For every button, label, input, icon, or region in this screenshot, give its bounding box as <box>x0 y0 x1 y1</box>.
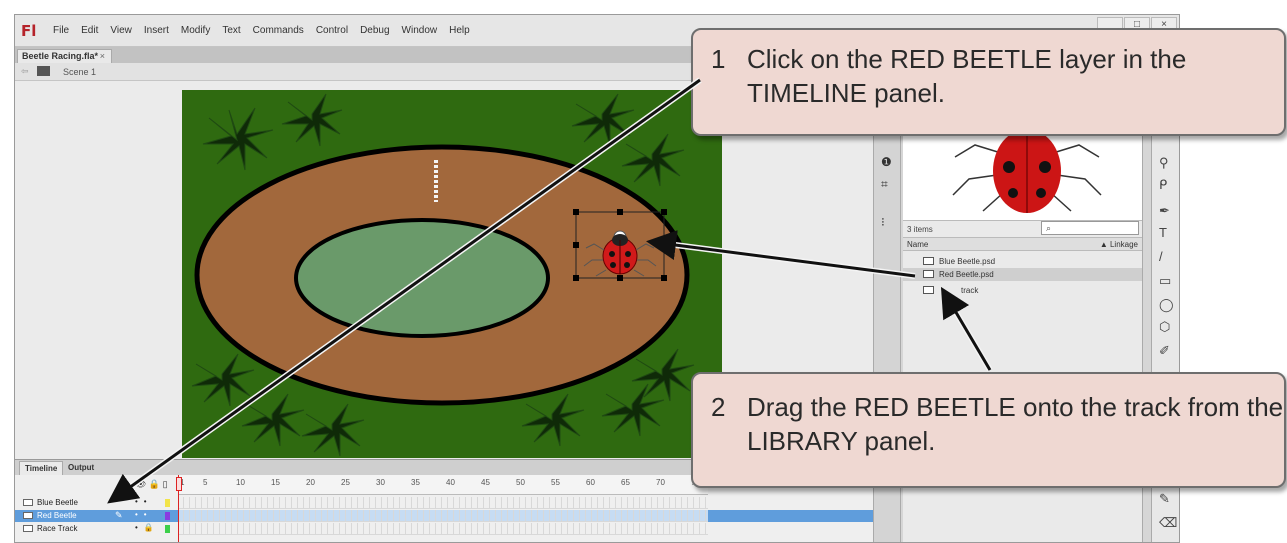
column-linkage[interactable]: ▲ Linkage <box>1100 240 1138 249</box>
menu-file[interactable]: File <box>47 25 75 37</box>
menu-control[interactable]: Control <box>310 25 354 37</box>
tab-output[interactable]: Output <box>63 461 99 475</box>
layer-toggles[interactable]: •🔒 <box>135 523 160 532</box>
step-1-number: 1 <box>711 44 726 74</box>
layer-icon <box>23 525 33 532</box>
graphic-symbol-icon <box>923 270 934 278</box>
ruler-num: 70 <box>656 478 665 487</box>
text-tool-icon[interactable]: T <box>1159 225 1167 240</box>
stage[interactable] <box>182 90 722 458</box>
library-item-label: Blue Beetle.psd <box>939 257 996 266</box>
library-item[interactable]: Red Beetle.psd <box>903 268 1142 281</box>
library-search-input[interactable]: ⌕ <box>1041 221 1139 235</box>
layer-toggles[interactable]: •• <box>135 497 153 506</box>
library-item-count: 3 items <box>907 225 933 234</box>
layer-name: Blue Beetle <box>37 498 78 507</box>
ruler-num: 45 <box>481 478 490 487</box>
playhead-handle[interactable] <box>176 477 182 491</box>
pencil-tool-icon[interactable]: ✐ <box>1159 343 1170 359</box>
menu-modify[interactable]: Modify <box>175 25 216 37</box>
layer-row-blue-beetle[interactable]: Blue Beetle •• <box>15 497 875 509</box>
layer-row-red-beetle[interactable]: Red Beetle ✎ •• <box>15 510 875 522</box>
align-icon[interactable]: ⌗ <box>881 177 888 192</box>
lasso-icon[interactable]: ⚲ <box>1159 155 1169 171</box>
layer-frames[interactable] <box>178 497 708 509</box>
ruler-num: 5 <box>203 478 208 487</box>
layer-toggles[interactable]: •• <box>135 510 153 519</box>
library-column-header: Name ▲ Linkage <box>903 237 1142 251</box>
step-2-text: Drag the RED BEETLE onto the track from … <box>747 392 1284 456</box>
polystar-tool-icon[interactable]: ⬡ <box>1159 319 1170 335</box>
layer-frames[interactable] <box>178 523 708 535</box>
flash-logo-icon: Fl <box>21 22 37 40</box>
library-item[interactable]: track <box>903 284 1142 297</box>
layer-name: Red Beetle <box>37 511 77 520</box>
ruler-num: 15 <box>271 478 280 487</box>
document-tab[interactable]: Beetle Racing.fla* × <box>17 49 112 63</box>
infield <box>294 218 550 338</box>
layer-icon <box>23 512 33 519</box>
layer-name: Race Track <box>37 524 78 533</box>
menu-view[interactable]: View <box>104 25 138 37</box>
library-item-label: track <box>961 286 979 295</box>
column-linkage-label: Linkage <box>1109 240 1138 249</box>
motion-presets-icon[interactable]: ⁝ <box>881 215 885 229</box>
ruler-num: 20 <box>306 478 315 487</box>
back-arrow-icon[interactable]: ⇦ <box>21 66 29 77</box>
tab-timeline[interactable]: Timeline <box>19 461 64 475</box>
ruler-num: 65 <box>621 478 630 487</box>
callout-step-1: 1 Click on the RED BEETLE layer in the T… <box>691 28 1286 136</box>
layer-visibility-lock-icons[interactable]: 👁 🔒 ▯ <box>135 479 168 490</box>
rectangle-tool-icon[interactable]: ▭ <box>1159 273 1171 289</box>
pencil-icon: ✎ <box>115 510 123 520</box>
ruler-num: 35 <box>411 478 420 487</box>
ruler-num: 30 <box>376 478 385 487</box>
graphic-symbol-icon <box>923 286 934 294</box>
menu-commands[interactable]: Commands <box>247 25 310 37</box>
stage-artwork <box>191 93 695 457</box>
layer-color-swatch[interactable] <box>165 525 170 533</box>
document-tab-title: Beetle Racing.fla* <box>22 51 99 61</box>
column-name[interactable]: Name <box>907 240 928 249</box>
eyedropper-tool-icon[interactable]: ✎ <box>1159 491 1170 507</box>
scene-clapper-icon <box>37 66 50 76</box>
menu-help[interactable]: Help <box>443 25 476 37</box>
ruler-num: 40 <box>446 478 455 487</box>
info-icon[interactable]: ❶ <box>881 155 892 169</box>
menu-edit[interactable]: Edit <box>75 25 104 37</box>
ruler-num: 25 <box>341 478 350 487</box>
lasso-poly-icon[interactable]: ᑭ <box>1159 177 1167 193</box>
oval-tool-icon[interactable]: ◯ <box>1159 297 1174 313</box>
eraser-tool-icon[interactable]: ⌫ <box>1159 515 1177 531</box>
graphic-symbol-icon <box>923 257 934 265</box>
library-item-label: Red Beetle.psd <box>939 270 994 279</box>
ruler-num: 10 <box>236 478 245 487</box>
ruler-num: 55 <box>551 478 560 487</box>
library-item[interactable]: Blue Beetle.psd <box>903 255 1142 268</box>
step-1-text: Click on the RED BEETLE layer in the TIM… <box>747 44 1187 108</box>
callout-step-2: 2 Drag the RED BEETLE onto the track fro… <box>691 372 1286 488</box>
pen-icon[interactable]: ✒ <box>1159 203 1170 219</box>
menu-debug[interactable]: Debug <box>354 25 395 37</box>
menu-text[interactable]: Text <box>216 25 246 37</box>
layer-row-race-track[interactable]: Race Track •🔒 <box>15 523 875 535</box>
layer-icon <box>23 499 33 506</box>
close-tab-icon[interactable]: × <box>100 51 105 61</box>
line-tool-icon[interactable]: / <box>1159 249 1163 264</box>
main-menu: File Edit View Insert Modify Text Comman… <box>47 25 476 37</box>
layer-frames[interactable] <box>178 510 708 522</box>
layer-color-swatch[interactable] <box>165 499 170 507</box>
menu-window[interactable]: Window <box>396 25 444 37</box>
scene-label: Scene 1 <box>63 67 97 77</box>
ruler-num: 50 <box>516 478 525 487</box>
menu-insert[interactable]: Insert <box>138 25 175 37</box>
ruler-num: 60 <box>586 478 595 487</box>
step-2-number: 2 <box>711 392 726 422</box>
frame-ruler[interactable]: 1 5 10 15 20 25 30 35 40 45 50 55 60 65 … <box>178 475 708 495</box>
layer-color-swatch[interactable] <box>165 512 170 520</box>
